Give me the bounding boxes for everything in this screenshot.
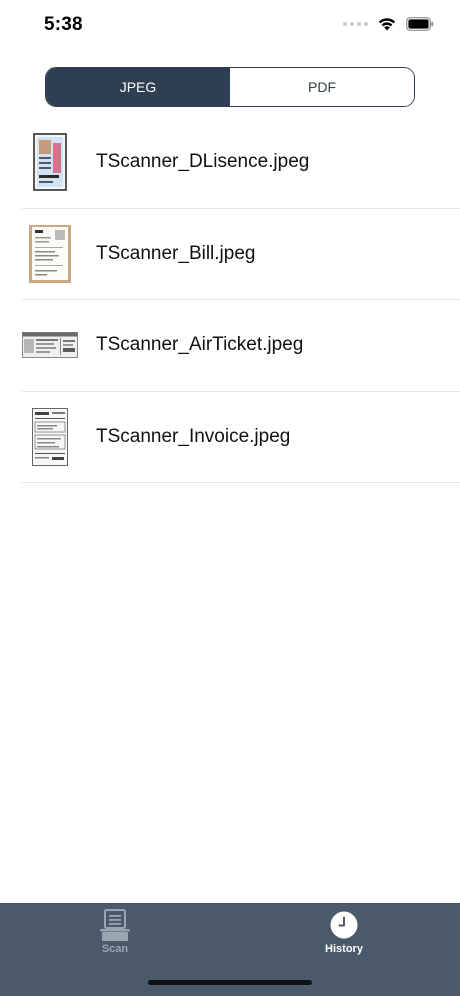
tab-history[interactable]: History [284, 903, 404, 963]
tab-bar: Scan History [0, 903, 460, 996]
file-name: TScanner_DLisence.jpeg [96, 151, 310, 173]
cellular-signal-icon [343, 21, 368, 26]
tab-scan[interactable]: Scan [55, 903, 175, 963]
file-name: TScanner_Bill.jpeg [96, 242, 256, 264]
wifi-icon [377, 16, 397, 31]
file-row[interactable]: TScanner_Bill.jpeg [22, 209, 460, 300]
segment-pdf[interactable]: PDF [230, 68, 414, 106]
file-name: TScanner_Invoice.jpeg [96, 425, 291, 447]
file-row[interactable]: TScanner_AirTicket.jpeg [22, 300, 460, 392]
scanner-icon [98, 909, 132, 941]
tab-history-label: History [325, 943, 363, 955]
status-indicators [343, 16, 434, 31]
file-row[interactable]: TScanner_Invoice.jpeg [22, 392, 460, 483]
tab-scan-label: Scan [101, 943, 129, 955]
invoice-thumbnail-icon [22, 407, 78, 467]
format-segmented-control: JPEG PDF [45, 67, 415, 107]
battery-icon [406, 16, 434, 31]
file-name: TScanner_AirTicket.jpeg [96, 334, 304, 356]
file-row[interactable]: TScanner_DLisence.jpeg [22, 117, 460, 209]
bill-thumbnail-icon [22, 224, 78, 284]
home-indicator [148, 980, 312, 985]
air-ticket-thumbnail-icon [22, 315, 78, 375]
segment-jpeg[interactable]: JPEG [46, 68, 230, 106]
file-list: TScanner_DLisence.jpeg TScanner_Bill.jpe… [22, 117, 460, 483]
license-thumbnail-icon [22, 132, 78, 192]
clock-icon [329, 909, 359, 941]
status-time: 5:38 [44, 14, 83, 35]
status-bar: 5:38 [0, 0, 460, 52]
